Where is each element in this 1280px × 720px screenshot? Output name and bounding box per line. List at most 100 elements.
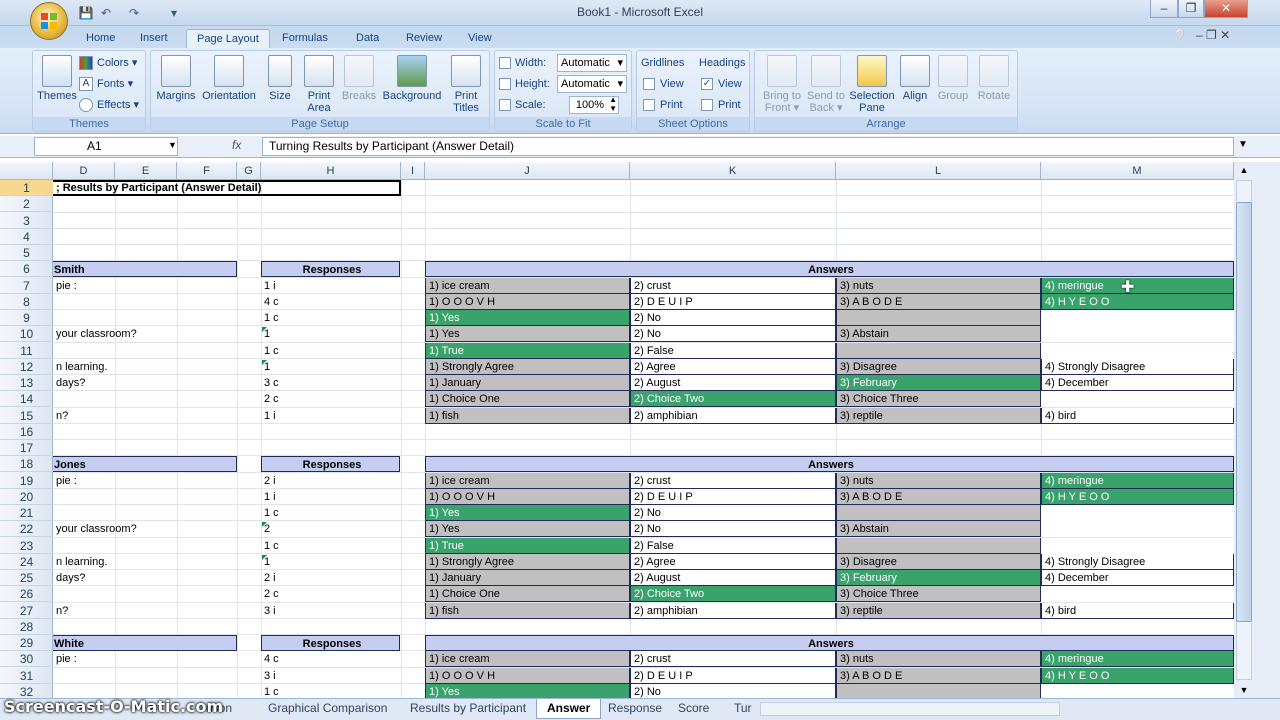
answer-option-cell[interactable]: 1) Yes	[425, 683, 630, 698]
response-value[interactable]: 2	[261, 521, 401, 537]
answer-option-cell[interactable]: 3) reptile	[836, 602, 1041, 619]
answer-option-cell[interactable]: 4) December	[1041, 570, 1234, 586]
gridlines-print-checkbox[interactable]: Print	[643, 96, 683, 114]
response-value[interactable]: 1 c	[261, 343, 401, 359]
row-31[interactable]: 31	[0, 668, 53, 684]
response-value[interactable]: 3 i	[261, 668, 401, 684]
response-value[interactable]: 1 c	[261, 505, 401, 521]
row-28[interactable]: 28	[0, 619, 53, 635]
answer-option-cell[interactable]: 2) No	[630, 505, 836, 521]
row-16[interactable]: 16	[0, 424, 53, 440]
insert-function-icon[interactable]: fx	[232, 138, 241, 152]
answer-option-cell[interactable]: 2) D E U I P	[630, 293, 836, 310]
selection-pane-button[interactable]: Selection Pane	[847, 55, 897, 114]
participant-name-header[interactable]: White	[53, 635, 237, 651]
row-23[interactable]: 23	[0, 538, 53, 554]
scroll-thumb[interactable]	[1236, 202, 1252, 622]
answer-option-cell[interactable]: 2) False	[630, 537, 836, 554]
row-11[interactable]: 11	[0, 343, 53, 359]
answer-option-cell[interactable]: 2) amphibian	[630, 407, 836, 424]
send-to-back-button[interactable]: Send to Back ▾	[805, 55, 847, 114]
tab-view[interactable]: View	[458, 29, 502, 48]
question-text[interactable]: pie :	[53, 473, 237, 489]
column-j[interactable]: J	[425, 162, 630, 180]
answer-option-cell[interactable]: 3) nuts	[836, 472, 1041, 489]
question-text[interactable]	[53, 668, 237, 684]
tab-insert[interactable]: Insert	[130, 29, 178, 48]
answer-option-cell[interactable]: 3) A B O D E	[836, 293, 1041, 310]
answers-header[interactable]: Answers	[425, 635, 1234, 651]
response-value[interactable]: 3 i	[261, 603, 401, 619]
response-value[interactable]: 1 c	[261, 310, 401, 326]
answer-option-cell[interactable]: 1) Choice One	[425, 391, 630, 408]
answer-option-cell[interactable]: 2) August	[630, 375, 836, 391]
answer-option-cell[interactable]: 2) amphibian	[630, 602, 836, 619]
answer-option-cell[interactable]: 1) January	[425, 375, 630, 391]
answer-option-cell[interactable]: 3) nuts	[836, 651, 1041, 668]
answer-option-cell[interactable]: 2) Choice Two	[630, 391, 836, 408]
answer-option-cell[interactable]: 3) Abstain	[836, 521, 1041, 538]
answer-option-cell[interactable]: 3) reptile	[836, 407, 1041, 424]
answer-option-cell[interactable]: 4) Strongly Disagree	[1041, 358, 1234, 375]
sheet-tab-results-by-participant[interactable]: Results by Participant	[400, 699, 536, 719]
answer-option-cell[interactable]: 1) True	[425, 537, 630, 554]
column-d[interactable]: D	[53, 162, 115, 180]
question-text[interactable]: n learning.	[53, 554, 237, 570]
fonts-button[interactable]: A Fonts ▾	[79, 75, 133, 93]
answer-option-cell[interactable]	[1041, 537, 1234, 554]
row-14[interactable]: 14	[0, 391, 53, 408]
question-text[interactable]: n?	[53, 408, 237, 424]
responses-header[interactable]: Responses	[261, 456, 400, 473]
group-button[interactable]: Group	[935, 55, 971, 102]
answers-header[interactable]: Answers	[425, 261, 1234, 278]
row-13[interactable]: 13	[0, 375, 53, 391]
answer-option-cell[interactable]: 4) H Y E O O	[1041, 488, 1234, 505]
answer-option-cell[interactable]: 1) Strongly Agree	[425, 553, 630, 570]
column-i[interactable]: I	[401, 162, 425, 180]
response-value[interactable]: 4 c	[261, 294, 401, 310]
undo-icon[interactable]: ↶	[98, 5, 114, 21]
rotate-button[interactable]: Rotate	[975, 55, 1013, 102]
sheet-tab-graphical-comparison[interactable]: Graphical Comparison	[258, 699, 397, 719]
horizontal-scrollbar[interactable]	[760, 702, 1060, 716]
row-30[interactable]: 30	[0, 651, 53, 668]
tab-formulas[interactable]: Formulas	[272, 29, 338, 48]
answer-option-cell[interactable]	[1041, 505, 1234, 521]
participant-name-header[interactable]: Jones	[53, 456, 237, 473]
response-value[interactable]: 3 c	[261, 375, 401, 391]
response-value[interactable]: 1 i	[261, 489, 401, 505]
question-text[interactable]: pie :	[53, 651, 237, 667]
title-cell[interactable]: ; Results by Participant (Answer Detail)	[53, 180, 401, 196]
row-5[interactable]: 5	[0, 245, 53, 261]
answer-option-cell[interactable]: 3) Disagree	[836, 358, 1041, 375]
gridlines-view-checkbox[interactable]: View	[643, 75, 684, 93]
response-value[interactable]: 2 c	[261, 391, 401, 407]
answer-option-cell[interactable]: 1) Yes	[425, 310, 630, 326]
bring-to-front-button[interactable]: Bring to Front ▾	[759, 55, 805, 114]
row-21[interactable]: 21	[0, 505, 53, 521]
answers-header[interactable]: Answers	[425, 456, 1234, 473]
answer-option-cell[interactable]: 4) H Y E O O	[1041, 667, 1234, 684]
redo-icon[interactable]: ↷	[126, 5, 142, 21]
response-value[interactable]: 1	[261, 326, 401, 342]
align-button[interactable]: Align	[899, 55, 931, 102]
row-4[interactable]: 4	[0, 229, 53, 245]
question-text[interactable]	[53, 343, 237, 359]
answer-option-cell[interactable]	[836, 537, 1041, 554]
vertical-scrollbar[interactable]: ▲ ▼	[1234, 162, 1280, 698]
answer-option-cell[interactable]: 1) True	[425, 342, 630, 359]
answer-option-cell[interactable]: 2) Agree	[630, 553, 836, 570]
sheet-tab-response[interactable]: Response	[598, 699, 672, 719]
answer-option-cell[interactable]: 3) nuts	[836, 277, 1041, 294]
colors-button[interactable]: Colors ▾	[79, 54, 137, 72]
answer-option-cell[interactable]	[836, 310, 1041, 326]
answer-option-cell[interactable]: 4) bird	[1041, 407, 1234, 424]
tab-data[interactable]: Data	[346, 29, 389, 48]
answer-option-cell[interactable]: 4) Strongly Disagree	[1041, 553, 1234, 570]
question-text[interactable]	[53, 294, 237, 310]
name-box-dropdown-icon[interactable]: ▼	[168, 140, 177, 150]
ribbon-minimize-icon[interactable]: – ❐ ✕	[1196, 28, 1230, 42]
answer-option-cell[interactable]: 3) February	[836, 570, 1041, 586]
answer-option-cell[interactable]: 1) O O O V H	[425, 488, 630, 505]
answer-option-cell[interactable]: 2) crust	[630, 472, 836, 489]
